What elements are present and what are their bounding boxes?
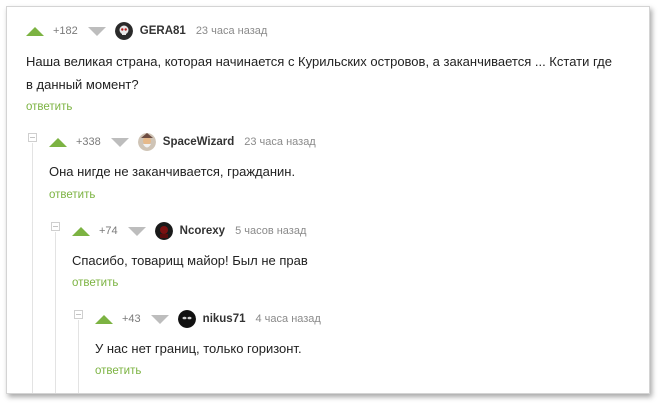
username[interactable]: nikus71 [203, 313, 246, 325]
vote-up-icon[interactable] [95, 314, 113, 324]
comment-text: У нас нет границ, только горизонт. [95, 341, 302, 356]
vote-down-icon[interactable] [150, 314, 169, 324]
rating: +43 [122, 313, 141, 325]
reply-link[interactable]: ответить [95, 365, 141, 377]
timestamp: 4 часа назад [255, 313, 321, 325]
comment-meta: +43 nikus71 4 часа назад [95, 309, 321, 329]
comment-thread: +182 GERA81 23 часа назад Наша великая с… [6, 6, 650, 394]
avatar[interactable] [177, 310, 196, 328]
comment-4: +43 nikus71 4 часа назад У нас нет грани… [7, 7, 649, 393]
